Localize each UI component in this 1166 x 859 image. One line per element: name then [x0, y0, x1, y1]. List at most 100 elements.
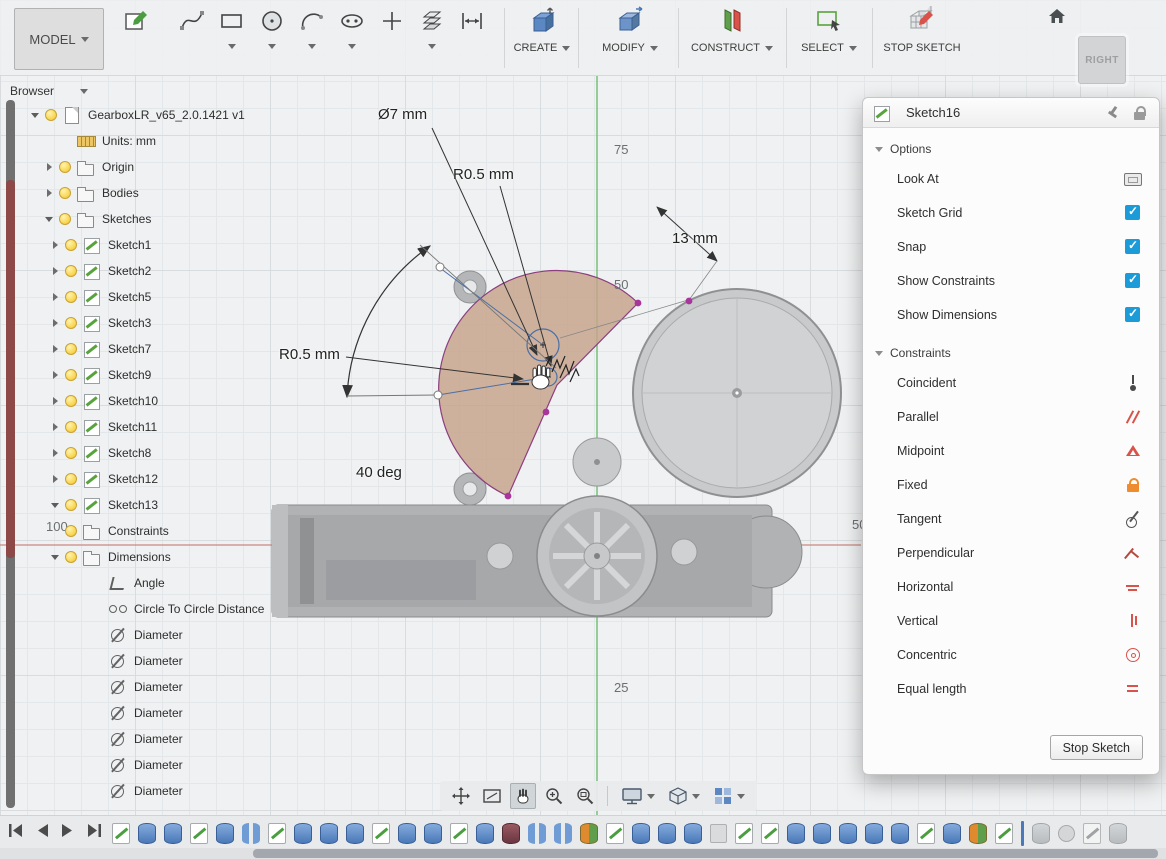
timeline-feature-icon[interactable] — [813, 823, 831, 844]
visibility-bulb-icon[interactable] — [65, 291, 77, 303]
constraint-icon[interactable] — [1123, 407, 1143, 427]
browser-tree-row[interactable]: Angle — [24, 570, 274, 596]
expand-arrow-icon[interactable] — [50, 370, 61, 381]
timeline-scrollbar-thumb[interactable] — [253, 849, 1158, 858]
browser-tree-row[interactable]: Diameter — [24, 674, 274, 700]
visibility-bulb-icon[interactable] — [65, 369, 77, 381]
timeline-feature-icon[interactable] — [969, 823, 987, 844]
constraint-row[interactable]: Midpoint — [863, 434, 1159, 468]
expand-arrow-icon[interactable] — [50, 448, 61, 459]
tree-item-label[interactable]: Sketch8 — [108, 446, 151, 460]
tree-item-label[interactable]: Sketch2 — [108, 264, 151, 278]
expand-arrow-icon[interactable] — [50, 292, 61, 303]
browser-tree-row[interactable]: Bodies — [24, 180, 274, 206]
browser-tree-row[interactable]: Sketch11 — [24, 414, 274, 440]
dimension-label-radius-left[interactable]: R0.5 mm — [279, 346, 340, 363]
visibility-bulb-icon[interactable] — [65, 317, 77, 329]
tool-spline[interactable] — [172, 2, 212, 49]
option-row[interactable]: Show Dimensions — [863, 298, 1159, 332]
timeline-feature-icon[interactable] — [865, 823, 883, 844]
constraints-section-header[interactable]: Constraints — [863, 332, 1159, 366]
constraint-row[interactable]: Concentric — [863, 638, 1159, 672]
timeline-feature-icon[interactable] — [658, 823, 676, 844]
section-collapse-chevron[interactable] — [875, 351, 883, 356]
timeline-feature-icon[interactable] — [138, 823, 156, 844]
visibility-bulb-icon[interactable] — [65, 473, 77, 485]
viewcube[interactable]: RIGHT — [1078, 36, 1126, 84]
skip-to-start-button[interactable] — [8, 823, 24, 838]
dimension-label-13mm[interactable]: 13 mm — [672, 230, 718, 247]
tree-item-label[interactable]: Units: mm — [102, 134, 156, 148]
timeline-feature-icon[interactable] — [242, 823, 260, 844]
option-control[interactable] — [1123, 305, 1143, 325]
constraint-icon[interactable] — [1123, 509, 1143, 529]
constraint-row[interactable]: Horizontal — [863, 570, 1159, 604]
timeline-feature-icon[interactable] — [476, 823, 494, 844]
expand-arrow-icon[interactable] — [50, 396, 61, 407]
tree-item-label[interactable]: Bodies — [102, 186, 139, 200]
option-row[interactable]: Show Constraints — [863, 264, 1159, 298]
browser-tree-row[interactable]: Diameter — [24, 648, 274, 674]
browser-tree-row[interactable]: Dimensions — [24, 544, 274, 570]
timeline-feature-icon[interactable] — [1058, 825, 1075, 842]
constraint-row[interactable]: Tangent — [863, 502, 1159, 536]
timeline-feature-icon[interactable] — [684, 823, 702, 844]
constraint-row[interactable]: Equal length — [863, 672, 1159, 706]
timeline-feature-icon[interactable] — [735, 823, 753, 844]
tree-item-label[interactable]: Diameter — [134, 758, 183, 772]
tree-item-label[interactable]: Origin — [102, 160, 134, 174]
timeline-feature-icon[interactable] — [112, 823, 130, 844]
option-control[interactable] — [1123, 237, 1143, 257]
timeline-feature-icon[interactable] — [995, 823, 1013, 844]
zoom-in-button[interactable] — [541, 783, 567, 809]
browser-tree-row[interactable]: Sketch1 — [24, 232, 274, 258]
tree-item-label[interactable]: Angle — [134, 576, 165, 590]
browser-tree-row[interactable]: Sketch13 — [24, 492, 274, 518]
expand-arrow-icon[interactable] — [50, 422, 61, 433]
browser-tree-row[interactable]: GearboxLR_v65_2.0.1421 v1 — [24, 102, 274, 128]
browser-collapse-chevron[interactable] — [80, 89, 88, 94]
browser-scrollbar-thumb[interactable] — [6, 180, 15, 558]
expand-arrow-icon[interactable] — [50, 552, 61, 563]
constraint-icon[interactable] — [1123, 611, 1143, 631]
timeline-feature-icon[interactable] — [761, 823, 779, 844]
timeline-feature-icon[interactable] — [1021, 821, 1024, 846]
tool-sketch-dimension[interactable] — [452, 2, 492, 49]
browser-tree-row[interactable]: Diameter — [24, 726, 274, 752]
tree-item-label[interactable]: Sketch9 — [108, 368, 151, 382]
timeline-feature-icon[interactable] — [424, 823, 442, 844]
tree-item-label[interactable]: GearboxLR_v65_2.0.1421 v1 — [88, 108, 245, 122]
timeline-feature-icon[interactable] — [1032, 823, 1050, 844]
tree-item-label[interactable]: Diameter — [134, 654, 183, 668]
tree-item-label[interactable]: Circle To Circle Distance — [134, 602, 264, 616]
select-menu[interactable]: SELECT — [788, 2, 870, 54]
browser-header[interactable]: Browser — [10, 84, 88, 98]
create-menu[interactable]: CREATE — [506, 2, 578, 54]
timeline-feature-icon[interactable] — [164, 823, 182, 844]
browser-tree-row[interactable]: Sketch3 — [24, 310, 274, 336]
palette-header[interactable]: Sketch16 — [863, 98, 1159, 128]
constraint-icon[interactable] — [1123, 373, 1143, 393]
tree-item-label[interactable]: Sketch10 — [108, 394, 158, 408]
tree-item-label[interactable]: Sketch11 — [108, 420, 157, 434]
option-row[interactable]: Sketch Grid — [863, 196, 1159, 230]
slot-dropdown-chevron[interactable] — [348, 44, 356, 49]
constraint-row[interactable]: Fixed — [863, 468, 1159, 502]
constraint-icon[interactable] — [1123, 475, 1143, 495]
constraint-icon[interactable] — [1123, 441, 1143, 461]
expand-arrow-icon[interactable] — [50, 500, 61, 511]
visibility-bulb-icon[interactable] — [65, 421, 77, 433]
tool-slot[interactable] — [332, 2, 372, 49]
option-control[interactable] — [1123, 203, 1143, 223]
tool-create-sketch[interactable] — [116, 2, 156, 49]
timeline-feature-icon[interactable] — [294, 823, 312, 844]
timeline-feature-icon[interactable] — [943, 823, 961, 844]
timeline-feature-icon[interactable] — [632, 823, 650, 844]
tool-rectangle[interactable] — [212, 2, 252, 49]
visibility-bulb-icon[interactable] — [45, 109, 57, 121]
timeline-scrollbar-track[interactable] — [0, 848, 1166, 859]
timeline-feature-icon[interactable] — [372, 823, 390, 844]
section-collapse-chevron[interactable] — [875, 147, 883, 152]
expand-arrow-icon[interactable] — [50, 266, 61, 277]
option-row[interactable]: Look At — [863, 162, 1159, 196]
